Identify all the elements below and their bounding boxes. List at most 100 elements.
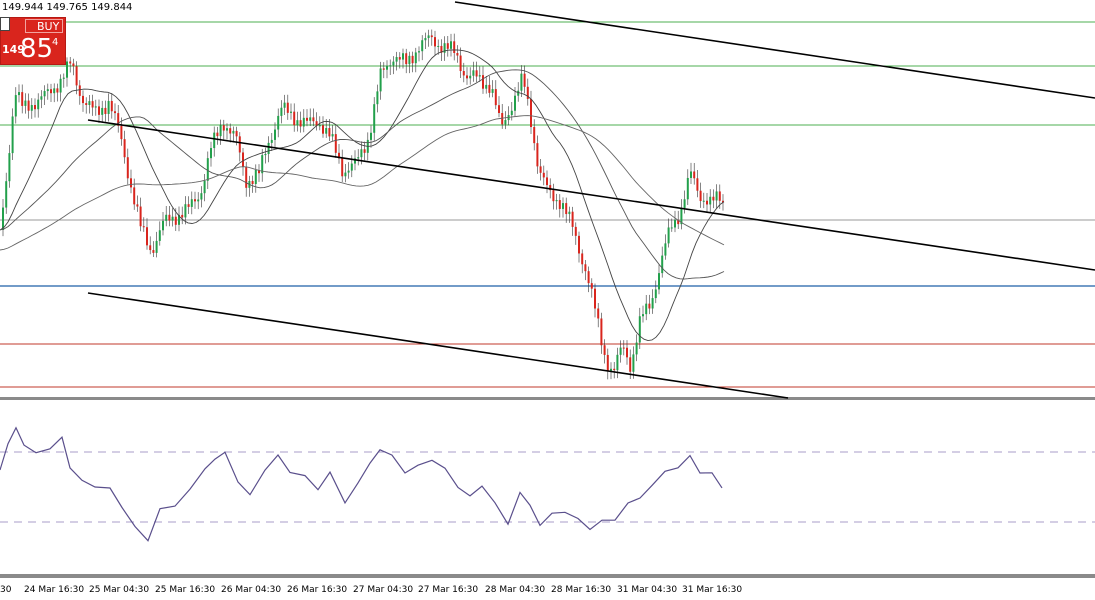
candle-body bbox=[405, 53, 408, 65]
candle-body bbox=[462, 71, 465, 76]
candle-body bbox=[357, 157, 360, 159]
candle-body bbox=[584, 264, 587, 272]
x-axis-label: 28 Mar 16:30 bbox=[551, 585, 612, 595]
candle-body bbox=[85, 103, 88, 105]
candle-body bbox=[197, 199, 200, 202]
candle-body bbox=[274, 129, 276, 140]
candle-body bbox=[424, 38, 427, 41]
candle-body bbox=[34, 105, 36, 110]
candle-body bbox=[520, 73, 523, 91]
channel-trendline-top bbox=[454, 1, 1095, 99]
candle-body bbox=[318, 125, 321, 127]
candle-body bbox=[482, 75, 484, 89]
candle-body bbox=[542, 172, 545, 178]
candle-body bbox=[267, 142, 270, 155]
candle-body bbox=[539, 166, 542, 173]
candle-body bbox=[498, 105, 500, 114]
candle-body bbox=[437, 45, 440, 47]
candle-body bbox=[434, 37, 436, 47]
channel-trendline-bottom bbox=[87, 292, 789, 399]
candle-body bbox=[254, 170, 257, 185]
candle-body bbox=[638, 316, 641, 343]
candle-body bbox=[222, 125, 225, 131]
candle-body bbox=[645, 303, 648, 315]
buy-price-sup: 4 bbox=[52, 37, 59, 48]
candle-body bbox=[565, 203, 568, 215]
candle-body bbox=[2, 207, 4, 230]
x-axis-label: 25 Mar 04:30 bbox=[89, 585, 150, 595]
x-axis-label: 27 Mar 04:30 bbox=[353, 585, 414, 595]
candle-body bbox=[472, 70, 475, 76]
candle-body bbox=[411, 55, 414, 64]
panel-toggle-box[interactable] bbox=[0, 17, 10, 31]
candle-body bbox=[533, 127, 536, 144]
candle-body bbox=[286, 102, 289, 113]
candle-body bbox=[642, 314, 644, 317]
candle-body bbox=[43, 91, 46, 97]
candle-body bbox=[149, 245, 152, 251]
candle-body bbox=[530, 98, 532, 128]
candle-body bbox=[40, 96, 43, 100]
candle-body bbox=[146, 227, 148, 246]
candle-body bbox=[37, 99, 40, 110]
candle-body bbox=[709, 196, 712, 205]
candle-body bbox=[517, 90, 520, 96]
candle-body bbox=[654, 289, 657, 299]
candle-body bbox=[718, 191, 721, 201]
candle-body bbox=[162, 220, 164, 231]
panel-separator bbox=[0, 397, 1095, 400]
candle-body bbox=[635, 342, 638, 355]
candle-body bbox=[72, 63, 75, 67]
candle-body bbox=[414, 52, 417, 64]
chart-window[interactable]: 149.944 149.765 149.844 BUY 149 85 4 30 … bbox=[0, 0, 1095, 600]
candle-body bbox=[126, 157, 129, 179]
candle-body bbox=[219, 125, 222, 137]
candle-body bbox=[216, 132, 219, 137]
candle-body bbox=[408, 55, 411, 65]
candle-body bbox=[555, 200, 558, 202]
candle-body bbox=[494, 89, 497, 106]
candle-body bbox=[331, 134, 334, 137]
candle-body bbox=[683, 199, 686, 208]
candle-body bbox=[667, 227, 670, 244]
candle-body bbox=[322, 125, 324, 134]
candle-body bbox=[334, 134, 337, 153]
candle-body bbox=[18, 92, 20, 96]
candle-body bbox=[264, 154, 267, 156]
candle-body bbox=[245, 166, 248, 188]
candle-body bbox=[104, 107, 107, 114]
candle-body bbox=[574, 226, 577, 236]
candle-body bbox=[110, 100, 113, 112]
candle-body bbox=[558, 200, 561, 209]
candle-body bbox=[568, 211, 571, 215]
candle-body bbox=[715, 191, 718, 201]
candle-body bbox=[478, 75, 481, 77]
candle-body bbox=[325, 128, 328, 134]
price-chart[interactable] bbox=[0, 0, 1095, 600]
oscillator-line bbox=[0, 426, 723, 542]
candle-body bbox=[21, 92, 24, 106]
candle-body bbox=[165, 214, 168, 221]
candle-body bbox=[690, 171, 692, 178]
candle-body bbox=[571, 211, 574, 227]
candle-body bbox=[123, 139, 126, 158]
candle-body bbox=[664, 243, 667, 256]
candle-body bbox=[82, 95, 84, 104]
candle-body bbox=[491, 89, 494, 93]
candle-body bbox=[210, 148, 212, 159]
candle-body bbox=[382, 68, 385, 70]
candle-body bbox=[430, 35, 433, 38]
candle-body bbox=[446, 43, 449, 49]
candle-body bbox=[459, 55, 462, 72]
candle-body bbox=[699, 190, 702, 202]
candle-body bbox=[350, 163, 353, 171]
candle-body bbox=[453, 41, 456, 53]
candle-body bbox=[581, 253, 584, 265]
candle-body bbox=[174, 216, 177, 225]
candle-body bbox=[53, 88, 56, 94]
candle-body bbox=[181, 214, 184, 218]
candle-body bbox=[363, 149, 366, 153]
candle-body bbox=[50, 89, 52, 94]
candle-body bbox=[152, 250, 155, 253]
candle-body bbox=[139, 206, 142, 227]
